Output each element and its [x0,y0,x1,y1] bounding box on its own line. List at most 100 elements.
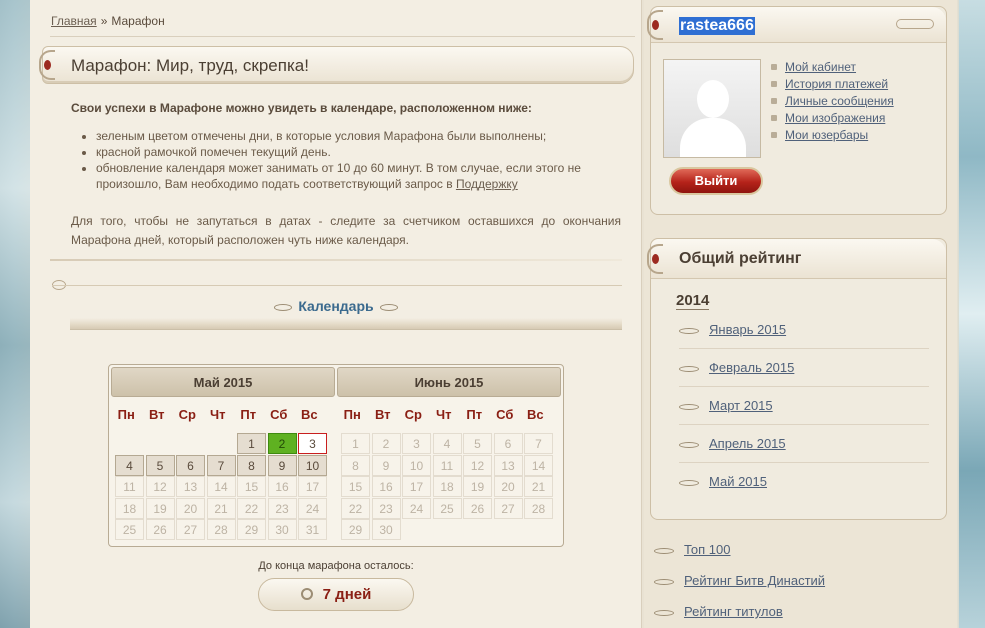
divider [50,36,635,37]
weekday-label: Вт [374,406,391,422]
countdown-badge: 7 дней [258,578,414,611]
calendar-day: 14 [524,454,553,476]
rating-month-link[interactable]: Май 2015 [709,474,767,489]
weekday-row: Пн Вт Ср Чт Пт Сб Вс [337,397,561,431]
swirl-ornament-icon [39,50,55,80]
list-item: Апрель 2015 [679,425,929,463]
swirl-ornament-icon [647,244,663,274]
calendar-day: 10 [402,454,431,476]
calendar-day: 21 [206,497,236,519]
calendar-day: 26 [145,519,175,540]
countdown-value: 7 дней [322,586,372,603]
calendar-day: 8 [341,454,370,476]
calendar-day: 23 [371,497,401,519]
calendar-day: 17 [298,476,327,497]
rating-year: 2014 [676,292,710,310]
calendar-day: 3 [402,433,431,454]
calendar-day: 6 [493,433,523,454]
divider [50,259,622,261]
weekday-label: Пн [117,406,135,422]
calendar-day: 23 [267,497,297,519]
month-title: Май 2015 [111,367,335,397]
rating-month-link[interactable]: Февраль 2015 [709,360,794,375]
user-menu-item: Мои изображения [771,110,894,127]
rating-panel: Общий рейтинг 2014 Январь 2015 Февраль 2… [647,238,947,520]
my-images-link[interactable]: Мои изображения [785,111,885,125]
calendar-day: 8 [237,454,266,476]
weekday-label: Чт [435,406,452,422]
user-menu-item: История платежей [771,76,894,93]
calendar-day: 9 [371,454,401,476]
breadcrumb: Главная» Марафон [51,14,165,28]
calendar-day: 28 [524,497,553,519]
avatar-silhouette-body [680,118,746,157]
calendar-day: 21 [524,476,553,497]
calendar-day: 10 [298,454,327,476]
list-item: Май 2015 [679,463,929,501]
calendar-day: 24 [298,497,327,519]
list-item: Рейтинг титулов [654,600,944,628]
calendar-day: 15 [341,476,370,497]
key-icon [896,19,934,29]
logout-button[interactable]: Выйти [669,167,763,195]
leaf-ornament-icon [274,303,293,311]
calendar-day: 11 [432,454,462,476]
breadcrumb-current: Марафон [111,14,165,28]
timer-icon [300,588,313,600]
divider [52,285,622,286]
title-plate: Марафон: Мир, труд, скрепка! [39,46,634,84]
rating-title: Общий рейтинг [679,250,802,267]
calendar-day: 16 [267,476,297,497]
calendar-day: 4 [432,433,462,454]
calendar-heading: Календарь [30,298,642,314]
calendar-day: 19 [145,497,175,519]
leaf-icon [654,547,674,554]
calendar-day: 30 [267,519,297,540]
countdown-label: До конца марафона осталось: [258,560,414,572]
rating-month-link[interactable]: Январь 2015 [709,322,786,337]
info-paragraph: Для того, чтобы не запутаться в датах - … [71,214,621,247]
dynasty-battles-rating-link[interactable]: Рейтинг Битв Династий [684,573,825,588]
calendar-day: 6 [176,454,205,476]
divider [70,318,622,330]
calendar-day: 22 [341,497,370,519]
my-userbars-link[interactable]: Мои юзербары [785,128,868,142]
list-item: Январь 2015 [679,311,929,349]
user-menu: Мой кабинет История платежей Личные сооб… [771,59,894,144]
calendar: Май 2015 Пн Вт Ср Чт Пт Сб Вс 1234567891… [108,364,564,547]
calendar-day: 29 [237,519,266,540]
calendar-day: 22 [237,497,266,519]
calendar-day: 30 [371,519,401,540]
titles-rating-link[interactable]: Рейтинг титулов [684,604,783,619]
my-cabinet-link[interactable]: Мой кабинет [785,60,856,74]
weekday-label: Сб [270,406,288,422]
messages-link[interactable]: Личные сообщения [785,94,894,108]
rating-month-link[interactable]: Март 2015 [709,398,773,413]
rating-plate: Общий рейтинг [647,239,946,279]
calendar-day: 24 [402,497,431,519]
calendar-day: 18 [115,497,144,519]
calendar-day: 4 [115,454,144,476]
breadcrumb-home-link[interactable]: Главная [51,14,97,28]
calendar-day: 27 [176,519,205,540]
calendar-day: 14 [206,476,236,497]
calendar-day: 13 [493,454,523,476]
calendar-day: 1 [341,433,370,454]
list-item: красной рамочкой помечен текущий день. [96,144,616,160]
support-link[interactable]: Поддержку [456,177,518,191]
user-menu-item: Мои юзербары [771,127,894,144]
rules-list: зеленым цветом отмечены дни, в которые у… [96,128,616,192]
weekday-label: Пн [343,406,361,422]
calendar-day: 25 [115,519,144,540]
calendar-day: 29 [341,519,370,540]
weekday-label: Ср [404,406,422,422]
list-item: Март 2015 [679,387,929,425]
payment-history-link[interactable]: История платежей [785,77,888,91]
weekday-row: Пн Вт Ср Чт Пт Сб Вс [111,397,335,431]
rating-month-link[interactable]: Апрель 2015 [709,436,786,451]
page-title: Марафон: Мир, труд, скрепка! [71,56,309,75]
top100-link[interactable]: Топ 100 [684,542,731,557]
calendar-day: 9 [267,454,297,476]
avatar[interactable] [663,59,761,158]
calendar-day: 5 [145,454,175,476]
